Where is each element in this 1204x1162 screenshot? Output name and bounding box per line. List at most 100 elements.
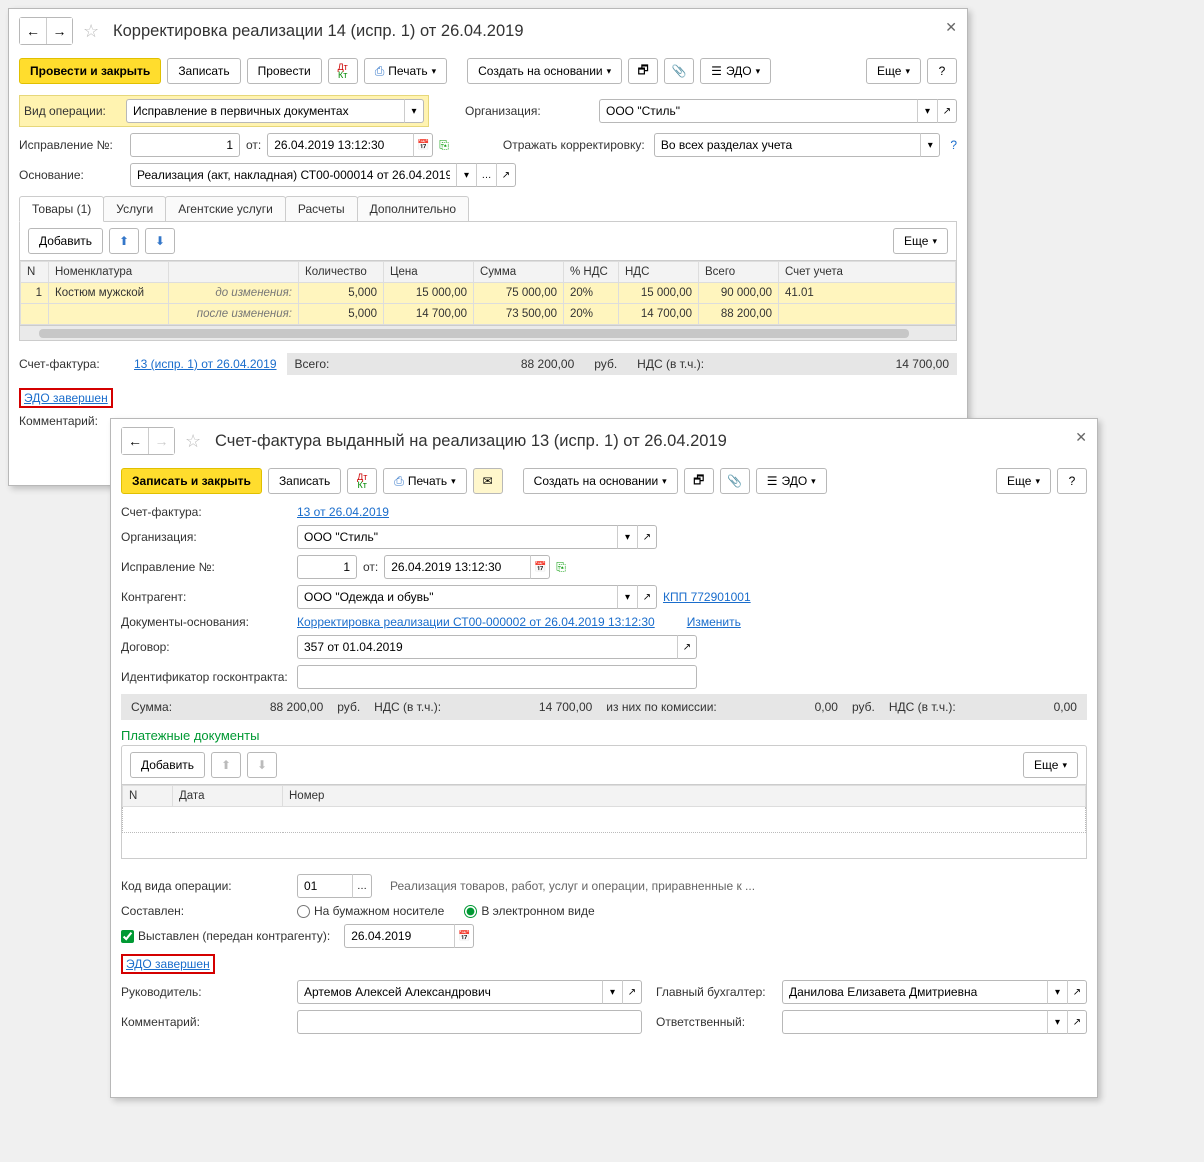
- scrollbar[interactable]: [20, 325, 956, 340]
- tab-calc[interactable]: Расчеты: [285, 196, 358, 221]
- move-up-button[interactable]: ⬆: [109, 228, 139, 254]
- change-link[interactable]: Изменить: [687, 615, 741, 629]
- move-down-button[interactable]: ⬇: [145, 228, 175, 254]
- dropdown-icon[interactable]: ▾: [602, 980, 622, 1004]
- save-button[interactable]: Записать: [268, 468, 341, 494]
- tab-extra[interactable]: Дополнительно: [357, 196, 469, 221]
- forward-button[interactable]: →: [148, 428, 174, 454]
- open-icon[interactable]: ↗: [637, 585, 657, 609]
- attach-button[interactable]: 📎: [720, 468, 750, 494]
- edo-done-link[interactable]: ЭДО завершен: [126, 957, 210, 971]
- save-button[interactable]: Записать: [167, 58, 240, 84]
- pay-docs-grid[interactable]: N Дата Номер: [121, 785, 1087, 859]
- corr-no-label: Исправление №:: [19, 138, 124, 152]
- composed-electronic-radio[interactable]: В электронном виде: [464, 904, 594, 918]
- date-input[interactable]: [384, 555, 530, 579]
- copy-icon[interactable]: ⎘: [556, 560, 566, 575]
- related-button[interactable]: 🗗: [684, 468, 714, 494]
- back-button[interactable]: ←: [20, 18, 46, 44]
- op-code-input[interactable]: [297, 874, 352, 898]
- dropdown-icon[interactable]: ▾: [404, 99, 424, 123]
- print-button[interactable]: ⎙ Печать: [383, 468, 466, 494]
- dropdown-icon[interactable]: ▾: [1047, 980, 1067, 1004]
- dtkt-button[interactable]: ДтКт: [328, 58, 358, 84]
- open-icon[interactable]: ↗: [637, 525, 657, 549]
- create-based-button[interactable]: Создать на основании: [467, 58, 622, 84]
- edo-done-link[interactable]: ЭДО завершен: [24, 391, 108, 405]
- op-type-select[interactable]: [126, 99, 404, 123]
- tab-goods[interactable]: Товары (1): [19, 196, 104, 222]
- post-button[interactable]: Провести: [247, 58, 322, 84]
- comment-input[interactable]: [297, 1010, 642, 1034]
- contragent-input[interactable]: [297, 585, 617, 609]
- head-input[interactable]: [297, 980, 602, 1004]
- copy-icon[interactable]: ⎘: [439, 138, 449, 153]
- acct-input[interactable]: [782, 980, 1047, 1004]
- edo-button[interactable]: ☰ ЭДО: [756, 468, 827, 494]
- resp-input[interactable]: [782, 1010, 1047, 1034]
- star-icon[interactable]: ☆: [83, 21, 103, 41]
- add-pay-doc-button[interactable]: Добавить: [130, 752, 205, 778]
- dropdown-icon[interactable]: ▾: [917, 99, 937, 123]
- star-icon[interactable]: ☆: [185, 431, 205, 451]
- goscontract-input[interactable]: [297, 665, 697, 689]
- close-icon[interactable]: ✕: [1075, 429, 1087, 446]
- dropdown-icon[interactable]: ▾: [617, 585, 637, 609]
- goods-grid[interactable]: N Номенклатура Количество Цена Сумма % Н…: [19, 261, 957, 341]
- open-icon[interactable]: ↗: [1067, 1010, 1087, 1034]
- corr-no-input[interactable]: [130, 133, 240, 157]
- basis-input[interactable]: [130, 163, 456, 187]
- composed-paper-radio[interactable]: На бумажном носителе: [297, 904, 444, 918]
- forward-button[interactable]: →: [46, 18, 72, 44]
- tab-services[interactable]: Услуги: [103, 196, 166, 221]
- open-icon[interactable]: ↗: [496, 163, 516, 187]
- attach-button[interactable]: 📎: [664, 58, 694, 84]
- open-icon[interactable]: ↗: [1067, 980, 1087, 1004]
- mail-button[interactable]: ✉: [473, 468, 503, 494]
- more-button[interactable]: Еще: [866, 58, 921, 84]
- close-icon[interactable]: ✕: [945, 19, 957, 36]
- dtkt-button[interactable]: ДтКт: [347, 468, 377, 494]
- open-icon[interactable]: ↗: [622, 980, 642, 1004]
- more-button[interactable]: Еще: [996, 468, 1051, 494]
- org-input[interactable]: [599, 99, 917, 123]
- calendar-icon[interactable]: 📅: [530, 555, 550, 579]
- corr-no-input[interactable]: [297, 555, 357, 579]
- issued-date-input[interactable]: [344, 924, 454, 948]
- tab-agent[interactable]: Агентские услуги: [165, 196, 286, 221]
- post-close-button[interactable]: Записать и закрыть: [121, 468, 262, 494]
- help-icon[interactable]: ?: [950, 138, 957, 152]
- date-input[interactable]: [267, 133, 413, 157]
- add-row-button[interactable]: Добавить: [28, 228, 103, 254]
- help-button[interactable]: ?: [927, 58, 957, 84]
- create-based-button[interactable]: Создать на основании: [523, 468, 678, 494]
- calendar-icon[interactable]: 📅: [454, 924, 474, 948]
- sf-link[interactable]: 13 от 26.04.2019: [297, 505, 389, 519]
- print-button[interactable]: ⎙ Печать: [364, 58, 447, 84]
- edo-button[interactable]: ☰ ЭДО: [700, 58, 771, 84]
- ellipsis-icon[interactable]: …: [476, 163, 496, 187]
- ellipsis-icon[interactable]: …: [352, 874, 372, 898]
- back-button[interactable]: ←: [122, 428, 148, 454]
- kpp-link[interactable]: КПП 772901001: [663, 590, 751, 604]
- issued-checkbox[interactable]: Выставлен (передан контрагенту):: [121, 929, 330, 943]
- docs-link[interactable]: Корректировка реализации СТ00-000002 от …: [297, 615, 655, 629]
- help-button[interactable]: ?: [1057, 468, 1087, 494]
- dropdown-icon[interactable]: ▾: [920, 133, 940, 157]
- open-icon[interactable]: ↗: [937, 99, 957, 123]
- post-close-button[interactable]: Провести и закрыть: [19, 58, 161, 84]
- pay-grid-more-button[interactable]: Еще: [1023, 752, 1078, 778]
- org-input[interactable]: [297, 525, 617, 549]
- calendar-icon[interactable]: 📅: [413, 133, 433, 157]
- dropdown-icon[interactable]: ▾: [456, 163, 476, 187]
- move-up-button[interactable]: ⬆: [211, 752, 241, 778]
- sf-link[interactable]: 13 (испр. 1) от 26.04.2019: [134, 357, 277, 371]
- move-down-button[interactable]: ⬇: [247, 752, 277, 778]
- reflect-select[interactable]: [654, 133, 920, 157]
- grid-more-button[interactable]: Еще: [893, 228, 948, 254]
- dropdown-icon[interactable]: ▾: [1047, 1010, 1067, 1034]
- contract-input[interactable]: [297, 635, 677, 659]
- dropdown-icon[interactable]: ▾: [617, 525, 637, 549]
- open-icon[interactable]: ↗: [677, 635, 697, 659]
- related-button[interactable]: 🗗: [628, 58, 658, 84]
